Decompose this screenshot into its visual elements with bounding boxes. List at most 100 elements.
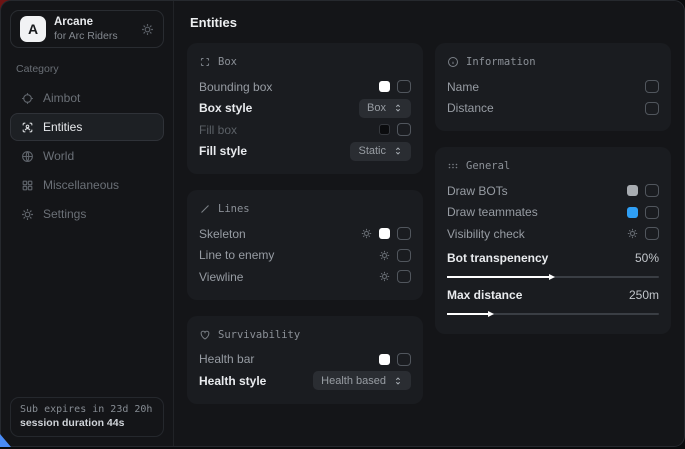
subscription-expiry: Sub expires in 23d 20h [20, 404, 154, 415]
setting-label: Name [447, 80, 479, 94]
panel-lines: Lines Skeleton [187, 190, 423, 300]
fill-box-checkbox[interactable] [397, 123, 411, 136]
setting-row-draw-teammates: Draw teammates [447, 202, 659, 224]
skeleton-checkbox[interactable] [397, 227, 411, 240]
dropdown-value: Health based [321, 375, 386, 387]
panel-header-label: Information [466, 56, 536, 68]
line-to-enemy-checkbox[interactable] [397, 249, 411, 262]
page-title: Entities [190, 15, 671, 30]
app-logo: A [20, 16, 46, 42]
app-name: Arcane [54, 15, 118, 29]
slider-thumb[interactable] [488, 311, 494, 317]
sidebar: A Arcane for Arc Riders Category [1, 1, 174, 446]
right-column: Information Name Distance [435, 43, 671, 404]
setting-label: Skeleton [199, 227, 246, 241]
heart-icon [199, 329, 211, 341]
setting-label: Max distance [447, 288, 522, 302]
screen: A Arcane for Arc Riders Category [0, 0, 685, 449]
sidebar-item-miscellaneous[interactable]: Miscellaneous [10, 171, 164, 199]
visibility-check-checkbox[interactable] [645, 227, 659, 240]
setting-row-draw-bots: Draw BOTs [447, 180, 659, 202]
slider-fill [447, 276, 553, 278]
fill-style-dropdown[interactable]: Static [350, 142, 411, 161]
unfold-icon [393, 376, 403, 386]
setting-label: Fill style [199, 144, 247, 158]
sidebar-item-aimbot[interactable]: Aimbot [10, 84, 164, 112]
info-icon [447, 56, 459, 68]
distance-checkbox[interactable] [645, 102, 659, 115]
color-swatch[interactable] [379, 81, 390, 92]
sidebar-item-label: World [43, 149, 74, 163]
sidebar-item-label: Settings [43, 207, 86, 221]
setting-label: Line to enemy [199, 248, 274, 262]
box-corners-icon [199, 56, 211, 68]
bounding-box-checkbox[interactable] [397, 80, 411, 93]
color-swatch[interactable] [379, 354, 390, 365]
panel-box: Box Bounding box Box style [187, 43, 423, 174]
setting-label: Health style [199, 374, 266, 388]
setting-label: Bounding box [199, 80, 272, 94]
setting-row-viewline: Viewline [199, 266, 411, 288]
session-duration: session duration 44s [20, 417, 154, 429]
setting-label: Distance [447, 101, 494, 115]
health-bar-checkbox[interactable] [397, 353, 411, 366]
setting-row-visibility-check: Visibility check [447, 223, 659, 245]
panel-header-label: Box [218, 56, 237, 68]
setting-row-bot-transparency: Bot transpenency 50% [447, 248, 659, 268]
arcane-menu-window: A Arcane for Arc Riders Category [0, 0, 685, 447]
draw-bots-checkbox[interactable] [645, 184, 659, 197]
setting-row-distance: Distance [447, 98, 659, 120]
sidebar-nav: Aimbot Entities [10, 84, 164, 228]
color-swatch[interactable] [627, 185, 638, 196]
panel-header-label: General [466, 160, 510, 172]
gear-icon[interactable] [141, 23, 154, 36]
bot-transparency-slider[interactable] [447, 276, 659, 278]
setting-row-skeleton: Skeleton [199, 223, 411, 245]
unfold-icon [393, 103, 403, 113]
panel-header-label: Lines [218, 203, 250, 215]
slider-value: 250m [629, 288, 659, 302]
grid-icon [21, 179, 34, 192]
setting-row-name: Name [447, 76, 659, 98]
panel-general: General Draw BOTs Draw teammates [435, 147, 671, 334]
panel-header-label: Survivability [218, 329, 300, 341]
setting-row-box-style: Box style Box [199, 98, 411, 120]
entity-scan-icon [21, 121, 34, 134]
color-swatch[interactable] [379, 124, 390, 135]
gear-icon[interactable] [379, 250, 390, 261]
gear-icon[interactable] [361, 228, 372, 239]
panel-survivability: Survivability Health bar Health style [187, 316, 423, 404]
draw-teammates-checkbox[interactable] [645, 206, 659, 219]
color-swatch[interactable] [379, 228, 390, 239]
health-style-dropdown[interactable]: Health based [313, 371, 411, 390]
viewline-checkbox[interactable] [397, 270, 411, 283]
setting-row-fill-style: Fill style Static [199, 141, 411, 163]
app-logo-card: A Arcane for Arc Riders [10, 10, 164, 48]
sidebar-item-label: Miscellaneous [43, 178, 119, 192]
setting-label: Health bar [199, 352, 254, 366]
sidebar-item-label: Entities [43, 120, 82, 134]
sidebar-item-label: Aimbot [43, 91, 80, 105]
slider-value: 50% [635, 251, 659, 265]
sidebar-item-world[interactable]: World [10, 142, 164, 170]
setting-row-max-distance: Max distance 250m [447, 285, 659, 305]
name-checkbox[interactable] [645, 80, 659, 93]
dots-grid-icon [447, 160, 459, 172]
sidebar-item-settings[interactable]: Settings [10, 200, 164, 228]
color-swatch[interactable] [627, 207, 638, 218]
left-column: Box Bounding box Box style [187, 43, 423, 404]
sidebar-item-entities[interactable]: Entities [10, 113, 164, 141]
setting-row-health-bar: Health bar [199, 349, 411, 371]
setting-label: Draw BOTs [447, 184, 508, 198]
gear-icon[interactable] [379, 271, 390, 282]
box-style-dropdown[interactable]: Box [359, 99, 411, 118]
slider-fill [447, 313, 492, 315]
max-distance-slider[interactable] [447, 313, 659, 315]
setting-row-bounding-box: Bounding box [199, 76, 411, 98]
slider-thumb[interactable] [549, 274, 555, 280]
diagonal-line-icon [199, 203, 211, 215]
gear-icon[interactable] [627, 228, 638, 239]
main-content: Entities Box [174, 1, 684, 446]
gear-icon [21, 208, 34, 221]
setting-label: Viewline [199, 270, 243, 284]
